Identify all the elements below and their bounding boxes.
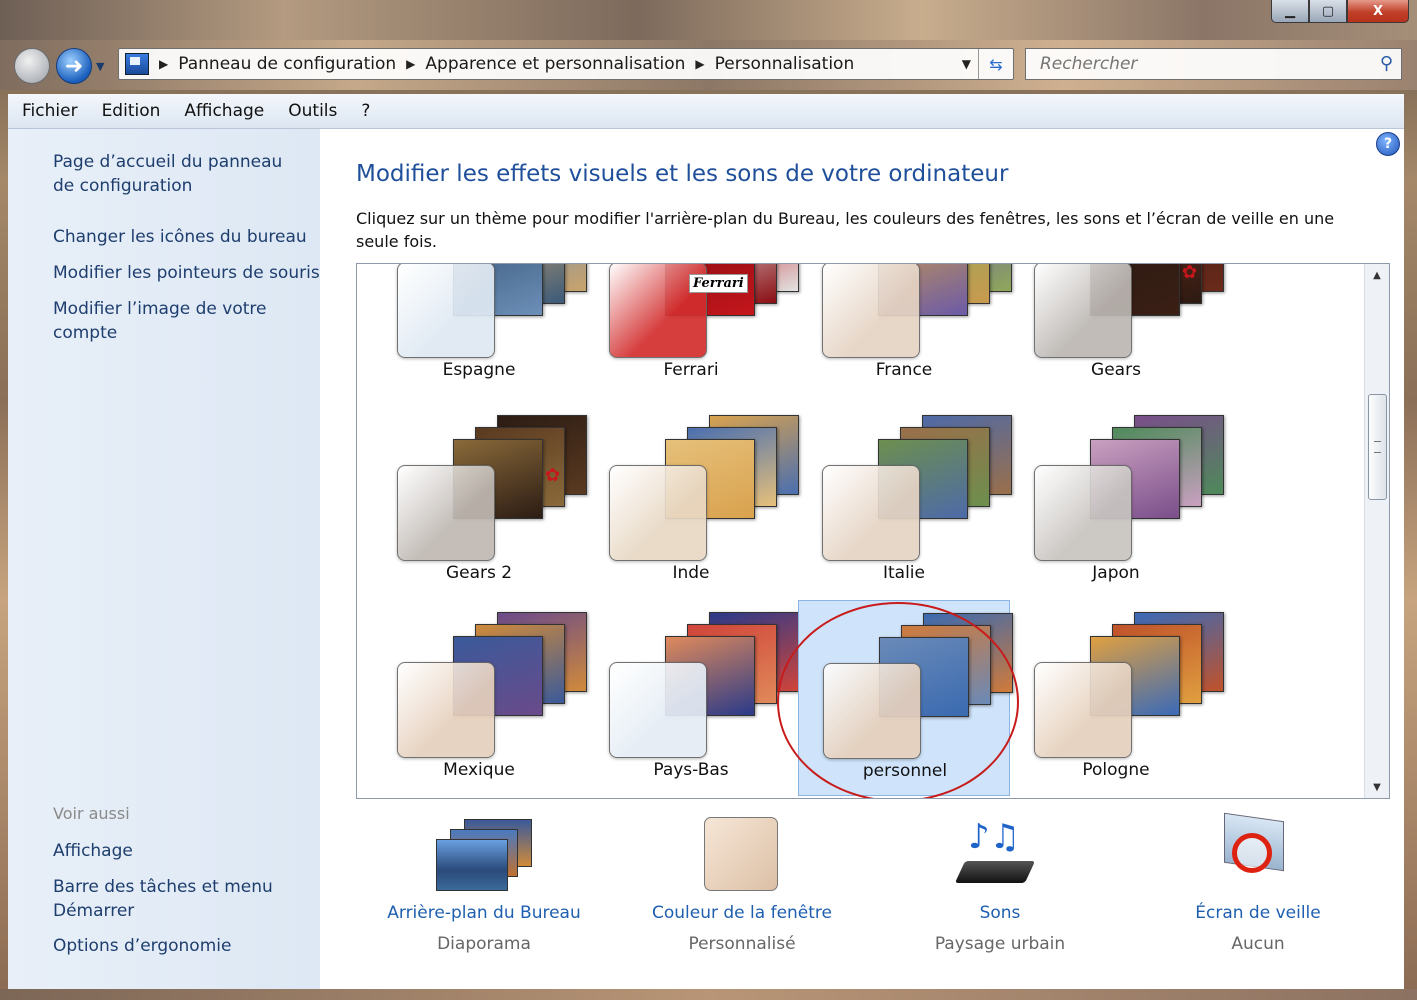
option-screensaver-title[interactable]: Écran de veille: [1138, 903, 1378, 923]
search-input[interactable]: [1038, 53, 1362, 75]
theme-item-japon[interactable]: Japon: [1010, 403, 1224, 599]
menu-outils[interactable]: Outils: [288, 101, 337, 121]
back-button[interactable]: [14, 48, 50, 84]
breadcrumb-control-panel[interactable]: Panneau de configuration: [178, 54, 396, 74]
theme-label: Pays-Bas: [653, 760, 729, 780]
scrollbar[interactable]: ▲ ▼: [1364, 264, 1389, 798]
screensaver-icon: [1138, 812, 1378, 897]
see-also-display[interactable]: Affichage: [53, 839, 133, 863]
theme-italie-icon: [822, 415, 1012, 561]
ferrari-logo-icon: Ferrari: [689, 274, 748, 293]
page-description: Cliquez sur un thème pour modifier l'arr…: [356, 209, 1335, 251]
menu-edition[interactable]: Edition: [102, 101, 161, 121]
forward-button[interactable]: ➜: [56, 48, 92, 84]
theme-gallery: Espagne Ferrari Ferrari France ✿ Gears ✿ Gears …: [356, 263, 1390, 799]
option-screensaver-value: Aucun: [1231, 934, 1285, 954]
option-sounds[interactable]: ♪♫ Sons Paysage urbain: [880, 817, 1120, 954]
menu-help[interactable]: ?: [361, 101, 370, 121]
see-also-ease-of-access[interactable]: Options d’ergonomie: [53, 934, 231, 958]
theme-label: Gears: [1091, 360, 1141, 380]
option-desktop-background-title[interactable]: Arrière-plan du Bureau: [364, 903, 604, 923]
page-title: Modifier les effets visuels et les sons …: [356, 161, 1009, 187]
option-sounds-title[interactable]: Sons: [880, 903, 1120, 923]
theme-item-pologne[interactable]: Pologne: [1010, 600, 1224, 796]
content-area: Page d’accueil du panneau de configurati…: [8, 129, 1404, 989]
theme-item-ferrari[interactable]: Ferrari Ferrari: [585, 264, 799, 396]
breadcrumb-personalization[interactable]: Personnalisation: [715, 54, 855, 74]
recent-pages-dropdown[interactable]: ▼: [96, 60, 104, 73]
option-desktop-background[interactable]: Arrière-plan du Bureau Diaporama: [364, 817, 604, 954]
theme-item-inde[interactable]: Inde: [585, 403, 799, 599]
navigation-bar: ➜ ▼ ▶ Panneau de configuration ▶ Apparen…: [0, 40, 1417, 90]
theme-label: Japon: [1092, 563, 1140, 583]
theme-item-mexique[interactable]: Mexique: [373, 600, 587, 796]
option-desktop-background-value: Diaporama: [437, 934, 531, 954]
control-panel-icon: [125, 53, 149, 75]
refresh-button[interactable]: ⇆: [978, 49, 1013, 79]
menu-affichage[interactable]: Affichage: [184, 101, 264, 121]
theme-label: Mexique: [443, 760, 515, 780]
theme-pologne-icon: [1034, 612, 1224, 758]
theme-item-gears2[interactable]: ✿ Gears 2: [373, 403, 587, 599]
scroll-down-button[interactable]: ▼: [1365, 776, 1389, 798]
window-bottom-border: [0, 989, 1417, 1000]
breadcrumb: ▶ Panneau de configuration ▶ Apparence e…: [159, 54, 855, 74]
menu-bar: Fichier Edition Affichage Outils ?: [8, 94, 1404, 129]
theme-france-icon: [822, 264, 1012, 358]
theme-item-france[interactable]: France: [798, 264, 1012, 396]
theme-label: Italie: [882, 563, 925, 583]
option-window-color[interactable]: Couleur de la fenêtre Personnalisé: [622, 817, 862, 954]
gears-logo-icon: ✿: [545, 465, 561, 486]
sidebar: Page d’accueil du panneau de configurati…: [8, 129, 320, 989]
theme-label: Espagne: [442, 360, 516, 380]
sidebar-link-mouse-pointers[interactable]: Modifier les pointeurs de souris: [53, 261, 320, 285]
theme-japon-icon: [1034, 415, 1224, 561]
theme-paysbas-icon: [609, 612, 799, 758]
option-screensaver[interactable]: Écran de veille Aucun: [1138, 812, 1378, 954]
help-icon[interactable]: ?: [1376, 132, 1400, 156]
theme-item-paysbas[interactable]: Pays-Bas: [585, 600, 799, 796]
theme-item-italie[interactable]: Italie: [798, 403, 1012, 599]
window-color-icon: [622, 817, 862, 897]
see-also-taskbar[interactable]: Barre des tâches et menu Démarrer: [53, 875, 283, 923]
minimize-button[interactable]: ▁: [1271, 0, 1309, 23]
search-icon[interactable]: ⚲: [1380, 53, 1393, 74]
address-bar[interactable]: ▶ Panneau de configuration ▶ Apparence e…: [118, 48, 1014, 80]
window-controls: ▁ ▢ X: [1271, 0, 1409, 24]
breadcrumb-appearance[interactable]: Apparence et personnalisation: [425, 54, 685, 74]
sidebar-link-desktop-icons[interactable]: Changer les icônes du bureau: [53, 225, 307, 249]
theme-label: Ferrari: [663, 360, 719, 380]
see-also-heading: Voir aussi: [53, 804, 130, 823]
theme-inde-icon: [609, 415, 799, 561]
theme-item-espagne[interactable]: Espagne: [373, 264, 587, 396]
theme-label: Gears 2: [445, 563, 513, 583]
search-box[interactable]: ⚲: [1025, 48, 1402, 80]
title-bar: ▁ ▢ X: [0, 0, 1417, 40]
sidebar-link-account-picture[interactable]: Modifier l’image de votre compte: [53, 297, 283, 345]
theme-item-gears[interactable]: ✿ Gears: [1010, 263, 1224, 396]
option-window-color-value: Personnalisé: [688, 934, 796, 954]
close-button[interactable]: X: [1347, 0, 1409, 23]
theme-label: Pologne: [1082, 760, 1150, 780]
theme-label: Inde: [672, 563, 710, 583]
sounds-icon: ♪♫: [880, 817, 1120, 897]
menu-fichier[interactable]: Fichier: [22, 101, 78, 121]
maximize-button[interactable]: ▢: [1309, 0, 1347, 23]
theme-label: France: [875, 360, 933, 380]
highlight-circle: [777, 602, 1019, 798]
option-sounds-value: Paysage urbain: [934, 934, 1066, 954]
gears-logo-icon: ✿: [1182, 263, 1198, 283]
address-dropdown-icon[interactable]: ▼: [962, 57, 971, 71]
desktop-background-icon: [364, 817, 604, 897]
arrow-right-icon: ➜: [64, 53, 84, 79]
scroll-up-button[interactable]: ▲: [1365, 264, 1389, 286]
sidebar-link-control-panel-home[interactable]: Page d’accueil du panneau de configurati…: [53, 150, 303, 198]
option-window-color-title[interactable]: Couleur de la fenêtre: [622, 903, 862, 923]
scroll-thumb[interactable]: [1368, 394, 1387, 500]
theme-mexique-icon: [397, 612, 587, 758]
theme-espagne-icon: [397, 264, 587, 358]
